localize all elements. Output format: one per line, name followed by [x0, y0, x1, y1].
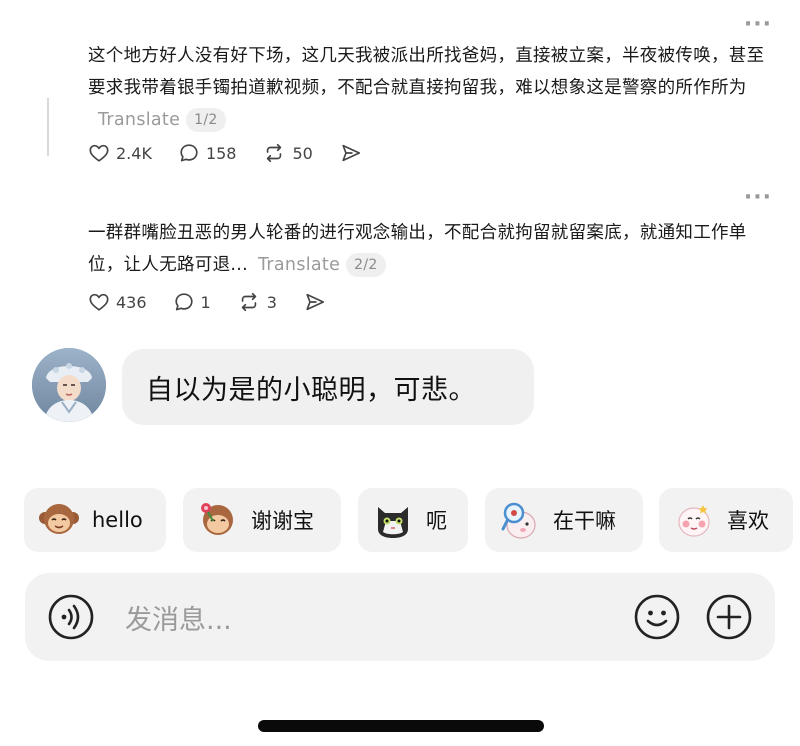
comment-button[interactable]: 158	[178, 142, 237, 164]
heart-icon	[89, 144, 109, 162]
thread-post-2: ··· 一群群嘴脸丑恶的男人轮番的进行观念输出，不配合就拘留就留案底，就通知工作…	[0, 185, 800, 325]
thread-line	[47, 98, 49, 156]
quick-reply-what-doing[interactable]: 在干嘛	[485, 488, 643, 552]
more-options-icon[interactable]: ···	[744, 187, 772, 209]
voice-button[interactable]	[47, 593, 95, 645]
add-button[interactable]	[705, 593, 753, 645]
more-options-icon[interactable]: ···	[744, 14, 772, 36]
share-button[interactable]	[339, 142, 369, 164]
chip-label: 呃	[426, 509, 447, 533]
like-button[interactable]: 2.4K	[88, 142, 152, 164]
blush-sticker-icon	[678, 505, 710, 537]
like-count: 2.4K	[116, 143, 152, 163]
chip-label: 谢谢宝	[251, 509, 314, 533]
message-input[interactable]: 发消息...	[125, 598, 232, 637]
thread-post-1: ··· 这个地方好人没有好下场，这几天我被派出所找爸妈，直接被立案，半夜被传唤，…	[0, 0, 800, 185]
comment-count: 1	[200, 292, 211, 312]
repost-icon	[241, 292, 256, 312]
heart-icon	[89, 293, 109, 311]
comment-icon	[180, 144, 198, 162]
chip-label: 在干嘛	[553, 509, 616, 533]
page-badge: 2/2	[346, 253, 386, 277]
post-actions: 436 1 3	[88, 291, 359, 313]
post-text: 一群群嘴脸丑恶的男人轮番的进行观念输出，不配合就拘留就留案底，就通知工作单位，让…	[88, 223, 747, 275]
repost-icon	[267, 143, 282, 163]
repost-button[interactable]: 50	[262, 142, 313, 164]
translate-link[interactable]: Translate	[98, 110, 180, 130]
page-badge: 1/2	[186, 108, 226, 132]
repost-count: 3	[266, 292, 277, 312]
post-body: 这个地方好人没有好下场，这几天我被派出所找爸妈，直接被立案，半夜被传唤，甚至要求…	[88, 40, 770, 136]
chip-label: hello	[92, 508, 143, 532]
quick-reply-like[interactable]: 喜欢	[659, 488, 793, 552]
comment-button[interactable]: 1	[173, 291, 211, 313]
share-button[interactable]	[303, 291, 333, 313]
post-text: 这个地方好人没有好下场，这几天我被派出所找爸妈，直接被立案，半夜被传唤，甚至要求…	[88, 46, 765, 98]
avatar-image	[32, 348, 106, 422]
plus-icon	[706, 594, 752, 640]
like-count: 436	[116, 292, 147, 312]
reply-bubble: 自以为是的小聪明，可悲。	[122, 349, 534, 425]
send-icon	[306, 293, 324, 311]
repost-button[interactable]: 3	[237, 291, 277, 313]
quick-reply-hello[interactable]: hello	[24, 488, 166, 552]
cat-sticker-icon	[378, 507, 408, 538]
reply-text: 自以为是的小聪明，可悲。	[146, 374, 476, 406]
post-body: 一群群嘴脸丑恶的男人轮番的进行观念输出，不配合就拘留就留案底，就通知工作单位，让…	[88, 217, 770, 281]
message-input-bar: 发消息...	[25, 573, 775, 661]
like-button[interactable]: 436	[88, 291, 147, 313]
monkey-flower-sticker-icon	[201, 503, 233, 535]
quick-reply-thanks[interactable]: 谢谢宝	[183, 488, 341, 552]
monkey-sticker-icon	[39, 504, 79, 534]
repost-count: 50	[292, 143, 313, 163]
avatar[interactable]	[32, 348, 106, 422]
post-actions: 2.4K 158 50	[88, 142, 395, 164]
voice-icon	[48, 594, 94, 640]
comment-icon	[174, 293, 193, 311]
emoji-button[interactable]	[633, 593, 681, 645]
emoji-icon	[634, 594, 680, 640]
magnifier-sticker-icon	[501, 502, 536, 539]
quick-reply-uh[interactable]: 呃	[358, 488, 468, 552]
send-icon	[342, 144, 360, 162]
quick-replies: hello 谢谢宝 呃 在干嘛 喜欢	[0, 488, 800, 552]
home-indicator[interactable]	[258, 720, 544, 732]
translate-link[interactable]: Translate	[258, 255, 340, 275]
comment-count: 158	[205, 143, 237, 163]
chip-label: 喜欢	[727, 509, 769, 533]
